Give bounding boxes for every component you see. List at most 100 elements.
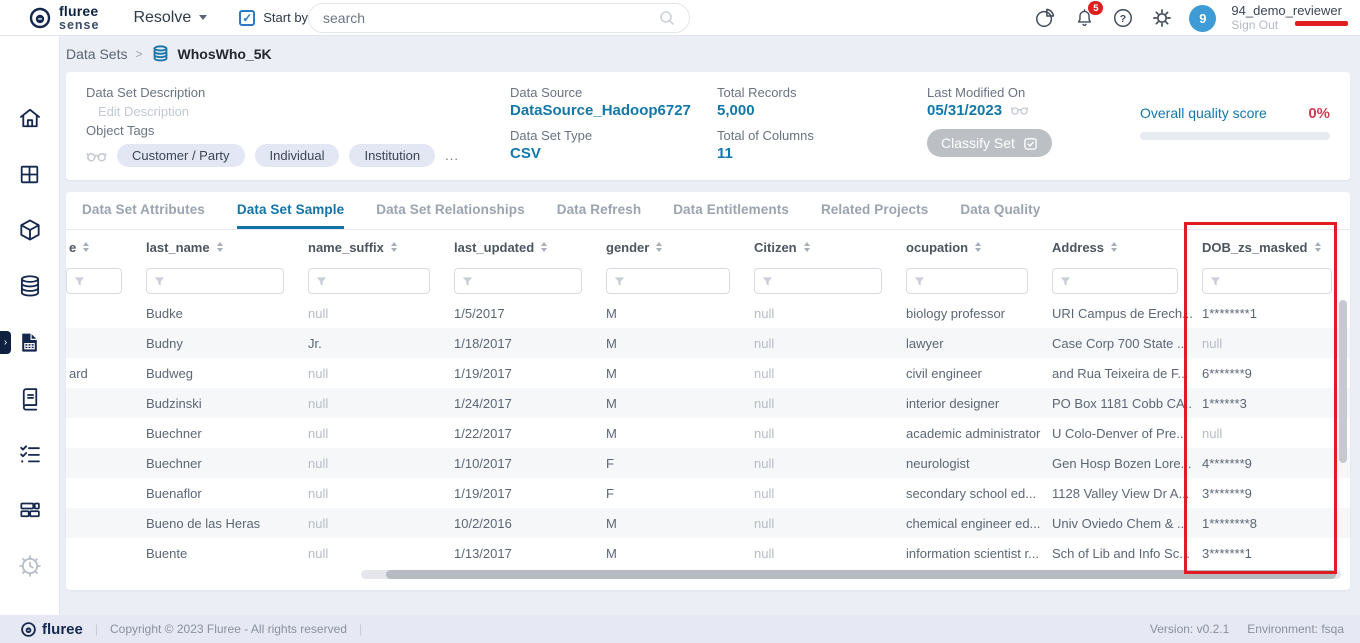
cell: null <box>1192 336 1346 351</box>
sidebar-item-database[interactable] <box>0 258 59 314</box>
horizontal-scrollbar[interactable] <box>361 570 1341 579</box>
sidebar-item-checklist[interactable] <box>0 426 59 482</box>
cell: Buenaflor <box>136 486 298 501</box>
tab-data-set-attributes[interactable]: Data Set Attributes <box>82 192 205 229</box>
fluree-logo-icon <box>20 621 37 638</box>
notifications-bell-icon[interactable]: 5 <box>1072 6 1096 30</box>
notification-badge: 5 <box>1088 1 1103 15</box>
filter-cell <box>298 268 444 294</box>
cell: 1/19/2017 <box>444 366 596 381</box>
cell: 1********1 <box>1192 306 1346 321</box>
tab-related-projects[interactable]: Related Projects <box>821 192 928 229</box>
table-row[interactable]: Buechnernull1/22/2017Mnullacademic admin… <box>66 418 1350 448</box>
cell: ard <box>66 366 136 381</box>
filter-input-gender[interactable] <box>606 268 730 294</box>
cell: null <box>744 396 896 411</box>
sidebar-item-home[interactable] <box>0 90 59 146</box>
column-header-ocupation[interactable]: ocupation <box>896 240 1042 255</box>
tag-customer-party[interactable]: Customer / Party <box>117 144 245 167</box>
cell: Buente <box>136 546 298 561</box>
search-input[interactable] <box>323 10 659 26</box>
glasses-icon <box>1010 103 1029 116</box>
filter-input-ocupation[interactable] <box>906 268 1028 294</box>
filter-input-name_suffix[interactable] <box>308 268 430 294</box>
column-header-DOB_zs_masked[interactable]: DOB_zs_masked <box>1192 240 1346 255</box>
filter-input-last_updated[interactable] <box>454 268 582 294</box>
sort-icon[interactable] <box>83 242 89 252</box>
cell: information scientist r... <box>896 546 1042 561</box>
fluree-sense-logo[interactable]: fluree sense <box>28 4 99 32</box>
column-header-last_name[interactable]: last_name <box>136 240 298 255</box>
table-row[interactable]: Bueno de las Herasnull10/2/2016Mnullchem… <box>66 508 1350 538</box>
classify-set-button[interactable]: Classify Set <box>927 129 1052 157</box>
settings-gear-icon[interactable] <box>1150 6 1174 30</box>
cell: Bueno de las Heras <box>136 516 298 531</box>
sort-icon[interactable] <box>1315 242 1321 252</box>
filter-input-Address[interactable] <box>1052 268 1178 294</box>
tab-data-set-relationships[interactable]: Data Set Relationships <box>376 192 525 229</box>
help-icon[interactable]: ? <box>1111 6 1135 30</box>
cell: secondary school ed... <box>896 486 1042 501</box>
sort-icon[interactable] <box>656 242 662 252</box>
tab-data-quality[interactable]: Data Quality <box>960 192 1040 229</box>
sidebar-item-servers[interactable] <box>0 482 59 538</box>
table-row[interactable]: Buenaflornull1/19/2017Fnullsecondary sch… <box>66 478 1350 508</box>
cell: civil engineer <box>896 366 1042 381</box>
svg-text:?: ? <box>1120 13 1126 25</box>
table-row[interactable]: BudnyJr.1/18/2017MnulllawyerCase Corp 70… <box>66 328 1350 358</box>
tab-data-entitlements[interactable]: Data Entitlements <box>673 192 789 229</box>
search-bar[interactable] <box>308 3 690 33</box>
sort-icon[interactable] <box>541 242 547 252</box>
filter-input-last_name[interactable] <box>146 268 284 294</box>
filter-input-DOB_zs_masked[interactable] <box>1202 268 1332 294</box>
sort-icon[interactable] <box>217 242 223 252</box>
sort-icon[interactable] <box>804 242 810 252</box>
table-row[interactable]: ardBudwegnull1/19/2017Mnullcivil enginee… <box>66 358 1350 388</box>
sort-icon[interactable] <box>975 242 981 252</box>
sidebar-item-data-sets[interactable]: › <box>0 314 59 370</box>
column-header-last_updated[interactable]: last_updated <box>444 240 596 255</box>
tags-more[interactable]: ... <box>445 148 459 163</box>
sidebar-item-grid[interactable] <box>0 146 59 202</box>
table-row[interactable]: Budzinskinull1/24/2017Mnullinterior desi… <box>66 388 1350 418</box>
column-header-name_suffix[interactable]: name_suffix <box>298 240 444 255</box>
resolve-dropdown[interactable]: Resolve <box>133 9 207 27</box>
filter-input-e[interactable] <box>66 268 122 294</box>
column-header-gender[interactable]: gender <box>596 240 744 255</box>
column-header-Address[interactable]: Address <box>1042 240 1192 255</box>
sidebar-item-cube[interactable] <box>0 202 59 258</box>
cell: 1******3 <box>1192 396 1346 411</box>
data-source-value[interactable]: DataSource_Hadoop6727 <box>510 102 691 119</box>
brand-text: fluree sense <box>59 4 99 32</box>
horizontal-scrollbar-thumb[interactable] <box>386 570 1336 579</box>
classify-check-icon <box>1023 136 1038 151</box>
filter-cell <box>1192 268 1346 294</box>
analytics-pie-icon[interactable] <box>1033 6 1057 30</box>
table-row[interactable]: Buechnernull1/10/2017FnullneurologistGen… <box>66 448 1350 478</box>
vertical-scrollbar-thumb[interactable] <box>1339 300 1347 463</box>
edit-description-link[interactable]: Edit Description <box>98 104 459 119</box>
avatar[interactable]: 9 <box>1189 5 1216 32</box>
column-header-e[interactable]: e <box>66 240 136 255</box>
cell: null <box>298 426 444 441</box>
cell: URI Campus de Erech... <box>1042 306 1192 321</box>
object-tags-label: Object Tags <box>86 123 459 138</box>
filter-input-Citizen[interactable] <box>754 268 882 294</box>
glasses-icon <box>86 148 107 163</box>
tab-data-refresh[interactable]: Data Refresh <box>557 192 641 229</box>
sort-icon[interactable] <box>391 242 397 252</box>
column-header-Citizen[interactable]: Citizen <box>744 240 896 255</box>
breadcrumb-data-sets-link[interactable]: Data Sets <box>66 46 127 62</box>
cell: null <box>298 486 444 501</box>
sidebar-item-scheduled-settings[interactable] <box>0 538 59 594</box>
footer-fluree-logo: fluree <box>20 621 83 638</box>
tag-individual[interactable]: Individual <box>255 144 340 167</box>
footer: fluree | Copyright © 2023 Fluree - All r… <box>0 615 1360 643</box>
checkbox-checked-icon[interactable]: ✓ <box>239 10 255 26</box>
table-row[interactable]: Buentenull1/13/2017Mnullinformation scie… <box>66 538 1350 568</box>
tag-institution[interactable]: Institution <box>349 144 435 167</box>
table-row[interactable]: Budkenull1/5/2017Mnullbiology professorU… <box>66 298 1350 328</box>
sort-icon[interactable] <box>1111 242 1117 252</box>
sidebar-item-catalog[interactable] <box>0 370 59 426</box>
tab-data-set-sample[interactable]: Data Set Sample <box>237 192 344 229</box>
